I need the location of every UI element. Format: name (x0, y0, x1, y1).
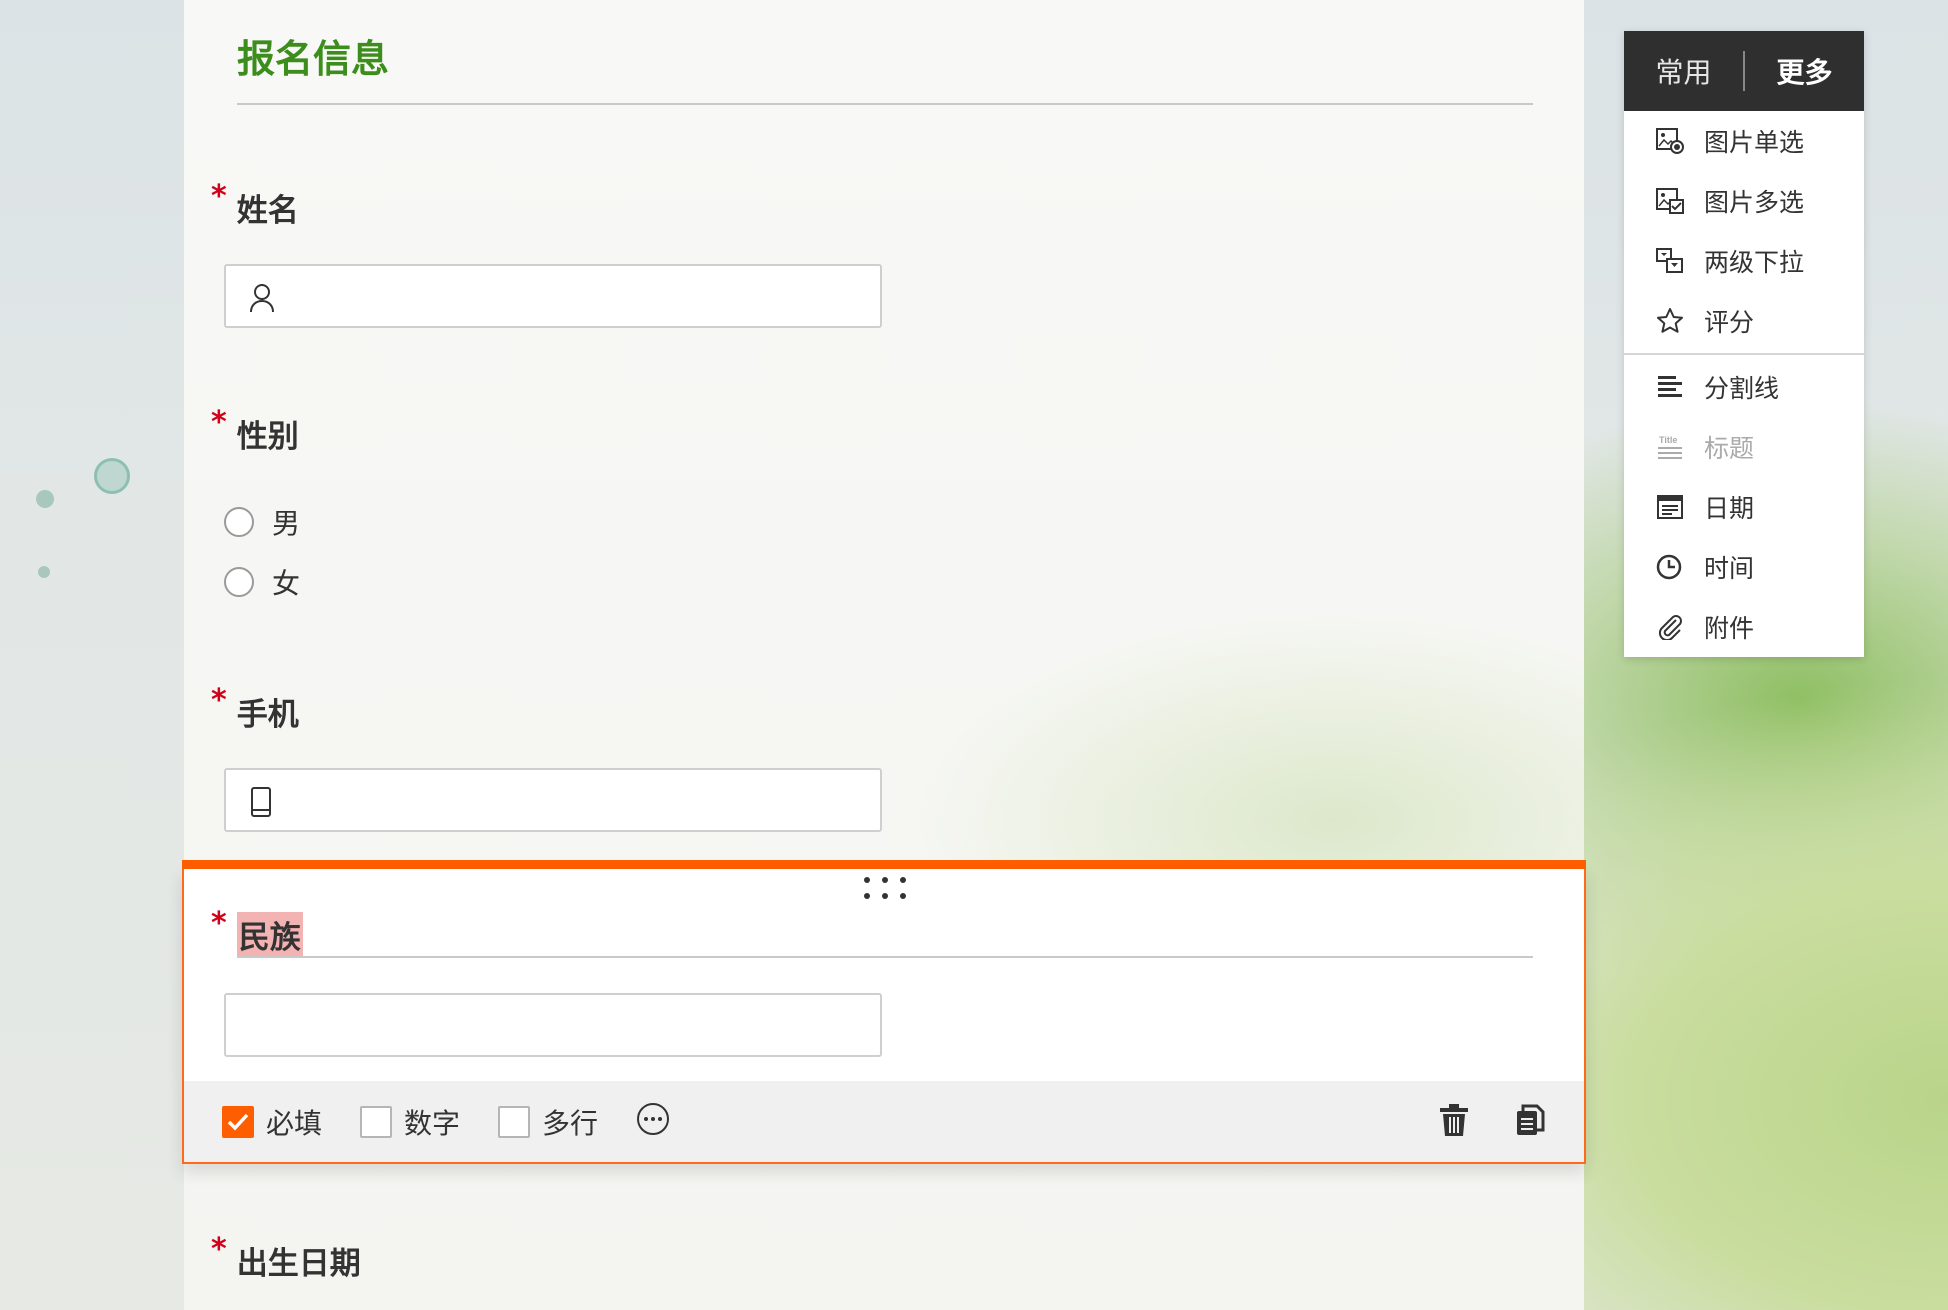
checkbox-label: 数字 (404, 1107, 461, 1140)
required-mark: * (211, 1232, 227, 1267)
required-mark: * (211, 405, 227, 440)
menu-item-label: 分割线 (1704, 374, 1780, 403)
ethnicity-input[interactable] (224, 993, 882, 1057)
checkbox-unchecked[interactable] (360, 1106, 392, 1138)
title-icon: Title (1658, 435, 1682, 459)
field-label-text: 性别 (236, 419, 299, 455)
paperclip-icon (1658, 615, 1682, 640)
field-label-text: 出生日期 (236, 1246, 361, 1282)
field-label-text: 手机 (236, 697, 299, 733)
menu-item-label: 时间 (1704, 554, 1755, 583)
radio-circle[interactable] (224, 567, 254, 597)
menu-item-divider[interactable]: 分割线 (1624, 357, 1864, 417)
component-menu: 常用 更多 图片单选 图片多选 两级下拉 评分 分割线 Title 标题 日期 … (1624, 31, 1864, 657)
menu-item-date[interactable]: 日期 (1624, 477, 1864, 537)
menu-item-time[interactable]: 时间 (1624, 537, 1864, 597)
decor-bubble (38, 566, 50, 578)
image-radio-icon (1656, 128, 1684, 154)
required-mark: * (211, 179, 227, 214)
selected-field-top-bar (182, 860, 1586, 869)
menu-item-image-radio[interactable]: 图片单选 (1624, 111, 1864, 171)
name-input[interactable] (224, 264, 882, 328)
phone-input[interactable] (224, 768, 882, 832)
section-divider (237, 103, 1533, 105)
gender-option-female[interactable]: 女 (224, 562, 300, 602)
checkbox-unchecked[interactable] (498, 1106, 530, 1138)
menu-item-label: 图片多选 (1704, 188, 1805, 217)
more-options-icon[interactable] (637, 1103, 669, 1135)
drag-handle-icon[interactable] (864, 877, 906, 901)
tab-more[interactable]: 更多 (1745, 51, 1864, 91)
menu-item-label: 日期 (1704, 494, 1755, 523)
star-icon (1657, 308, 1683, 333)
required-mark: * (211, 683, 227, 718)
clock-icon (1656, 554, 1682, 580)
menu-item-title[interactable]: Title 标题 (1624, 417, 1864, 477)
divider-icon (1658, 376, 1682, 397)
field-label-text[interactable]: 民族 (236, 912, 303, 957)
option-label: 男 (272, 507, 301, 540)
cascade-dropdown-icon (1656, 248, 1683, 273)
field-label-gender: * 性别 (211, 405, 299, 456)
gender-option-male[interactable]: 男 (224, 502, 300, 542)
menu-item-attachment[interactable]: 附件 (1624, 597, 1864, 657)
field-label-text: 姓名 (236, 193, 299, 229)
section-title: 报名信息 (237, 37, 390, 81)
person-icon (248, 282, 276, 318)
field-label-name: * 姓名 (211, 179, 299, 230)
required-checkbox[interactable]: 必填 (222, 1102, 322, 1142)
tab-common[interactable]: 常用 (1624, 51, 1743, 91)
field-label-birthdate: * 出生日期 (211, 1232, 361, 1283)
menu-item-rating[interactable]: 评分 (1624, 291, 1864, 351)
decor-bubble (36, 490, 54, 508)
checkbox-checked[interactable] (222, 1106, 254, 1138)
menu-item-label: 标题 (1704, 434, 1755, 463)
multiline-checkbox[interactable]: 多行 (498, 1102, 598, 1142)
field-label-ethnicity[interactable]: * 民族 (211, 906, 303, 957)
checkbox-label: 必填 (266, 1107, 323, 1140)
menu-item-cascade-dropdown[interactable]: 两级下拉 (1624, 231, 1864, 291)
trash-icon[interactable] (1439, 1103, 1469, 1141)
menu-item-label: 附件 (1704, 614, 1755, 643)
selected-field-ethnicity[interactable]: * 民族 必填 数字 多行 (182, 869, 1586, 1164)
menu-item-label: 评分 (1704, 308, 1755, 337)
field-label-phone: * 手机 (211, 683, 299, 734)
image-checkbox-icon (1656, 188, 1684, 214)
option-label: 女 (272, 567, 301, 600)
calendar-icon (1657, 495, 1683, 519)
required-mark: * (211, 906, 227, 941)
label-underline (237, 956, 1533, 958)
mobile-phone-icon (248, 786, 274, 822)
menu-tabs: 常用 更多 (1624, 31, 1864, 111)
checkbox-label: 多行 (542, 1107, 599, 1140)
menu-item-label: 两级下拉 (1704, 248, 1805, 277)
svg-text:Title: Title (1659, 435, 1677, 445)
copy-icon[interactable] (1515, 1103, 1545, 1141)
menu-divider (1624, 353, 1864, 355)
radio-circle[interactable] (224, 507, 254, 537)
number-checkbox[interactable]: 数字 (360, 1102, 460, 1142)
field-toolbar: 必填 数字 多行 (184, 1081, 1584, 1162)
decor-bubble (94, 458, 130, 494)
menu-item-image-checkbox[interactable]: 图片多选 (1624, 171, 1864, 231)
menu-item-label: 图片单选 (1704, 128, 1805, 157)
